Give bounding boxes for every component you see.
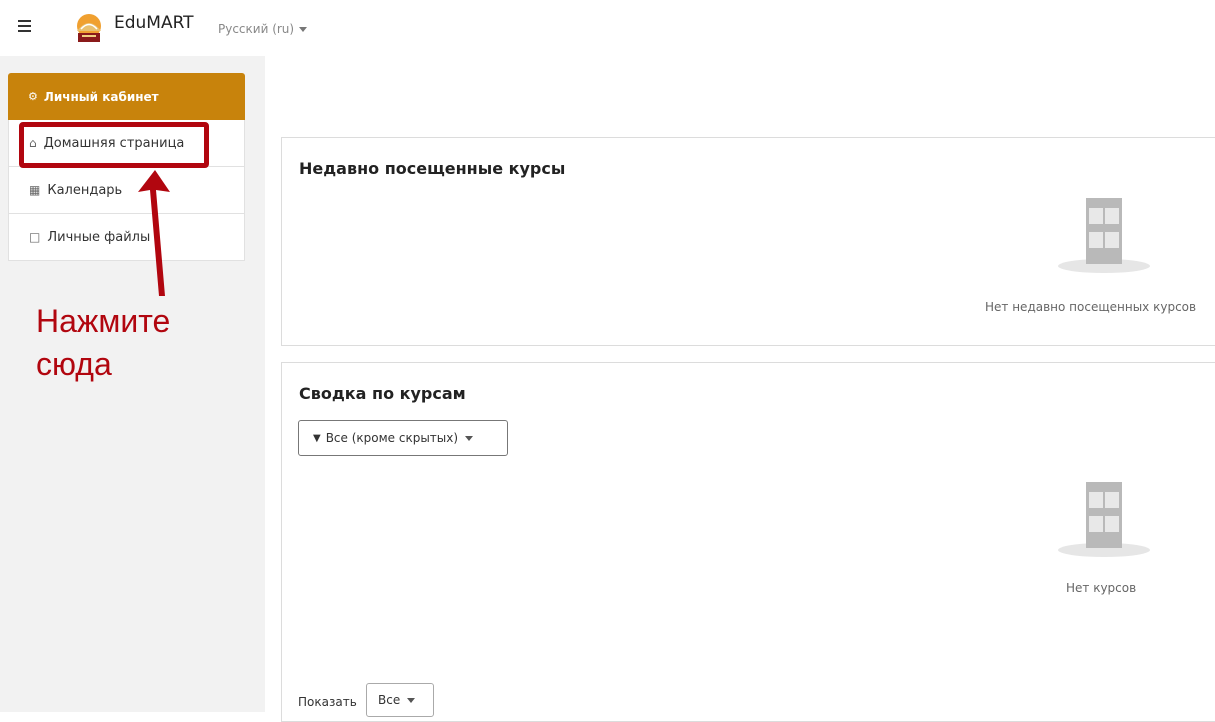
language-label: Русский (ru) [218, 22, 295, 36]
calendar-icon: ▦ [29, 183, 41, 197]
tachometer-icon: ⚙ [28, 90, 38, 103]
show-count-value: Все [378, 693, 401, 707]
chevron-down-icon [299, 27, 308, 32]
chevron-down-icon [465, 435, 474, 441]
file-icon: □ [29, 230, 41, 244]
highlight-box [19, 122, 209, 168]
sidebar-item-dashboard[interactable]: ⚙ Личный кабинет [8, 73, 245, 120]
overview-empty-text: Нет курсов [1066, 581, 1137, 595]
no-courses-icon [1058, 198, 1150, 273]
filter-icon: ▼ [313, 432, 321, 444]
course-overview-title: Сводка по курсам [299, 384, 466, 403]
language-selector[interactable]: Русский (ru) [218, 22, 308, 36]
show-label: Показать [298, 695, 357, 709]
annotation-text: Нажмите сюда [36, 300, 170, 386]
recent-empty-text: Нет недавно посещенных курсов [985, 300, 1197, 314]
sidebar-item-label: Календарь [47, 182, 123, 198]
course-filter-dropdown[interactable]: ▼ Все (кроме скрытых) [298, 420, 508, 456]
annotation-line2: сюда [36, 346, 112, 382]
top-navbar: EduMART Русский (ru) [0, 0, 1215, 56]
annotation-line1: Нажмите [36, 303, 171, 339]
sidebar-item-calendar[interactable]: ▦ Календарь [8, 167, 245, 214]
course-overview-block: Сводка по курсам ▼ Все (кроме скрытых) Н… [281, 362, 1215, 722]
annotation-arrow [138, 170, 170, 296]
filter-label: Все (кроме скрытых) [325, 431, 459, 445]
recent-courses-title: Недавно посещенные курсы [299, 159, 566, 178]
site-name[interactable]: EduMART [114, 13, 194, 33]
edumart-logo[interactable] [72, 11, 106, 45]
no-courses-icon [1058, 482, 1150, 557]
recent-courses-block: Недавно посещенные курсы Нет недавно пос… [281, 137, 1215, 346]
sidebar-item-private-files[interactable]: □ Личные файлы [8, 214, 245, 261]
sidebar-item-label: Личный кабинет [43, 89, 159, 104]
menu-toggle-icon[interactable] [18, 20, 31, 34]
chevron-down-icon [407, 697, 416, 703]
